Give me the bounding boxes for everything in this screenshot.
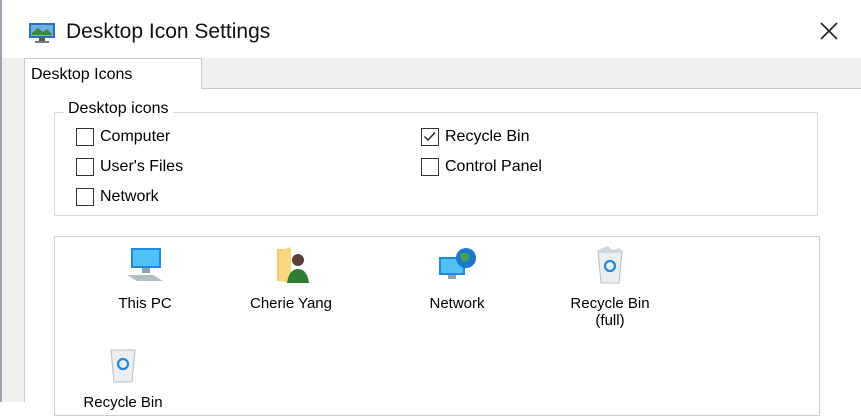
icon-label: Recycle Bin (full) (570, 295, 650, 329)
checkbox-recycle-bin[interactable]: Recycle Bin (421, 128, 529, 146)
icon-label: Cherie Yang (249, 295, 332, 312)
desktop-settings-icon (29, 23, 55, 43)
close-icon (820, 22, 838, 40)
recycle-bin-full-icon (597, 246, 623, 284)
icon-label: This PC (118, 295, 172, 312)
check-mark-icon (424, 132, 436, 142)
recycle-bin-empty-icon (110, 349, 136, 383)
checkbox-box[interactable] (421, 158, 439, 176)
checkbox-label: Recycle Bin (445, 128, 530, 145)
checkbox-network[interactable]: Network (76, 188, 159, 206)
checkbox-users-files[interactable]: User's Files (76, 158, 183, 176)
icon-item-user-folder[interactable]: Cherie Yang (226, 245, 356, 312)
checkbox-label: Computer (100, 128, 171, 145)
checkbox-control-panel[interactable]: Control Panel (421, 158, 542, 176)
close-button[interactable] (812, 14, 846, 48)
checkbox-box[interactable] (421, 128, 439, 146)
tab-desktop-icons[interactable]: Desktop Icons (24, 58, 202, 89)
checkbox-label: Control Panel (445, 158, 542, 175)
icon-label: Recycle Bin (83, 394, 163, 411)
icon-label: Network (429, 295, 485, 312)
checkbox-label: User's Files (100, 158, 184, 175)
checkbox-label: Network (100, 188, 159, 205)
icon-item-recycle-bin-full[interactable]: Recycle Bin (full) (550, 245, 670, 329)
groupbox-legend: Desktop icons (64, 100, 173, 118)
icon-item-network[interactable]: Network (402, 245, 512, 312)
checkbox-box[interactable] (76, 128, 94, 146)
icon-item-this-pc[interactable]: This PC (90, 245, 200, 312)
window-title: Desktop Icon Settings (66, 20, 271, 43)
network-icon (439, 248, 476, 279)
checkbox-computer[interactable]: Computer (76, 128, 170, 146)
icon-item-recycle-bin-empty[interactable]: Recycle Bin (68, 344, 178, 411)
computer-icon (127, 248, 163, 281)
user-folder-icon (277, 247, 309, 283)
checkbox-box[interactable] (76, 188, 94, 206)
checkbox-box[interactable] (76, 158, 94, 176)
